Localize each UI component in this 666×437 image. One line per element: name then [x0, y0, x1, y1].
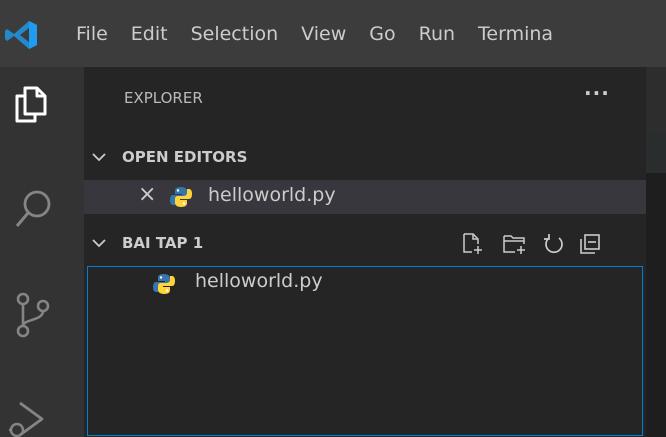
- file-item[interactable]: helloworld.py: [88, 267, 642, 301]
- explorer-icon[interactable]: [14, 84, 48, 124]
- menu-edit[interactable]: Edit: [131, 23, 168, 45]
- menu-go[interactable]: Go: [369, 23, 395, 45]
- open-editor-item[interactable]: × helloworld.py: [84, 180, 646, 214]
- vscode-window: File Edit Selection View Go Run Termina: [0, 0, 666, 437]
- collapse-all-icon[interactable]: [578, 232, 602, 256]
- menu-bar: File Edit Selection View Go Run Termina: [76, 18, 576, 50]
- folder-tree: helloworld.py: [87, 266, 643, 436]
- menu-terminal[interactable]: Termina: [478, 23, 553, 45]
- source-control-icon[interactable]: [14, 289, 54, 339]
- new-file-icon[interactable]: [462, 232, 484, 256]
- chevron-down-icon: [92, 153, 106, 162]
- vscode-logo-icon: [5, 21, 37, 49]
- chevron-down-icon: [92, 239, 106, 248]
- explorer-sidebar: EXPLORER ··· OPEN EDITORS × helloworld.p…: [84, 67, 646, 437]
- run-debug-icon[interactable]: [8, 397, 48, 437]
- folder-label: BAI TAP 1: [122, 234, 204, 252]
- more-actions-button[interactable]: ···: [584, 81, 610, 105]
- menu-selection[interactable]: Selection: [191, 23, 279, 45]
- editor-tab-bar: [646, 67, 666, 133]
- new-folder-icon[interactable]: [502, 232, 528, 256]
- menu-file[interactable]: File: [76, 23, 108, 45]
- sidebar-title: EXPLORER: [124, 89, 203, 107]
- folder-header[interactable]: BAI TAP 1: [84, 227, 646, 261]
- activity-bar: [0, 67, 84, 437]
- editor-breadcrumb-strip: [646, 133, 666, 173]
- file-name: helloworld.py: [195, 270, 323, 292]
- menu-run[interactable]: Run: [419, 23, 455, 45]
- title-bar: File Edit Selection View Go Run Termina: [0, 0, 666, 67]
- open-editors-header[interactable]: OPEN EDITORS: [84, 141, 646, 175]
- refresh-icon[interactable]: [542, 232, 566, 256]
- open-editors-label: OPEN EDITORS: [122, 148, 248, 166]
- menu-view[interactable]: View: [301, 23, 346, 45]
- sidebar-header: EXPLORER ···: [84, 67, 646, 133]
- python-file-icon: [170, 187, 192, 207]
- close-icon[interactable]: ×: [138, 182, 156, 207]
- open-editor-filename: helloworld.py: [208, 184, 336, 206]
- python-file-icon: [153, 274, 175, 294]
- search-icon[interactable]: [14, 188, 54, 232]
